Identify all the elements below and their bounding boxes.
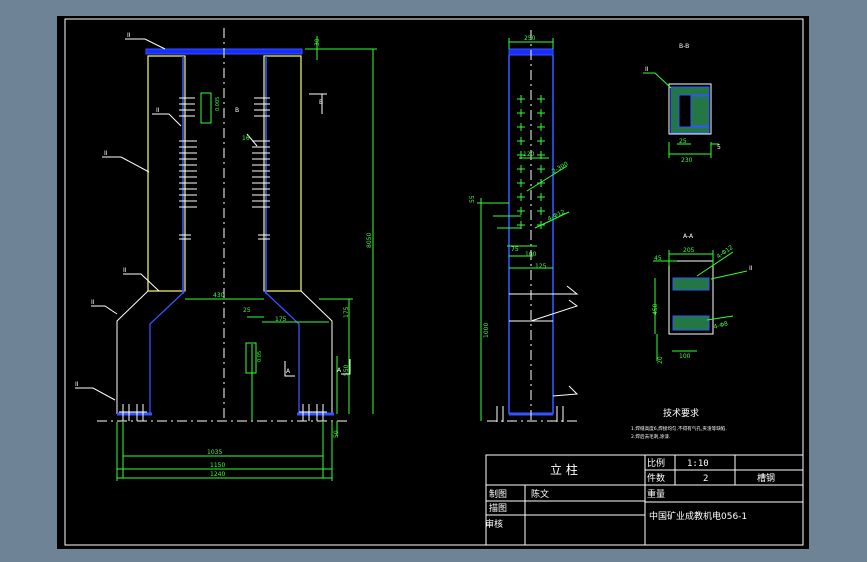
- dim-50: 50: [333, 430, 340, 438]
- quantity-value: 2: [703, 474, 708, 484]
- label-ii-5: II: [91, 299, 95, 306]
- tech-line-1: 1.焊缝高度6,焊接均匀,不得有气孔,夹渣等缺陷.: [631, 425, 727, 432]
- quantity-label: 件数: [647, 472, 665, 484]
- checked-label-text: 审核: [485, 518, 503, 530]
- section-arrows: [284, 93, 351, 377]
- section-a-flange-bottom: [672, 315, 710, 331]
- left-hole-ladder: [179, 97, 197, 240]
- weld-symbols: [509, 285, 579, 397]
- left-taper: [116, 290, 149, 414]
- material: 槽钢: [757, 472, 775, 484]
- label-ii-a: II: [749, 265, 753, 272]
- section-a-flange-top: [672, 277, 710, 291]
- tech-line-2: 2.焊后去毛刺,涂漆.: [631, 433, 670, 440]
- dim-1035: 1035: [207, 449, 222, 456]
- traced-label: 描图: [489, 502, 507, 514]
- label-a-2: A: [337, 367, 342, 374]
- dim-20: 20: [657, 356, 664, 364]
- dim-75: 75: [511, 246, 519, 253]
- section-b-b: B-B 230 25 5 II: [643, 43, 721, 164]
- dim-450: 450: [652, 303, 659, 315]
- left-taper-inner: [149, 290, 186, 414]
- dim-25: 25: [243, 307, 251, 314]
- cad-viewport[interactable]: II II II II II II B B A A 30 8050 430 25…: [0, 0, 867, 562]
- dim-1150: 1150: [210, 462, 225, 469]
- label-ii-3: II: [104, 150, 108, 157]
- front-view: II II II II II II B B A A 30 8050 430 25…: [75, 28, 377, 481]
- right-taper-inner: [263, 290, 300, 414]
- dim-250: 250: [524, 35, 536, 42]
- dim-5: 5: [717, 144, 721, 151]
- right-column-outline: [263, 55, 302, 292]
- section-b-title: B-B: [679, 43, 689, 50]
- dim-4-8: 4-Φ8: [713, 320, 729, 331]
- dim-25-b: 25: [679, 138, 687, 145]
- dim-4-12: 4-Φ12: [547, 208, 567, 222]
- dim-16: 16: [242, 135, 250, 142]
- part-name: 立 柱: [550, 462, 578, 477]
- label-a-1: A: [286, 368, 291, 375]
- label-ii-6: II: [75, 381, 79, 388]
- leader-lines: [75, 38, 258, 401]
- dim-175-h: 175: [275, 316, 287, 323]
- section-b-profile-2: [690, 95, 710, 127]
- dim-120: 120: [523, 151, 535, 158]
- dim-205: 205: [683, 247, 695, 254]
- dim-550: 550: [343, 364, 350, 376]
- dim-55: 55: [469, 195, 476, 203]
- dim-430: 430: [213, 292, 225, 299]
- tolerance-005: 0.05: [257, 351, 263, 362]
- dim-8050: 8050: [366, 233, 373, 248]
- tech-title: 技术要求: [663, 407, 699, 419]
- scale-label: 比例: [647, 457, 665, 469]
- label-ii-2: II: [156, 107, 160, 114]
- dim-100: 100: [525, 251, 537, 258]
- dim-1240: 1240: [210, 471, 225, 478]
- scale-value: 1:10: [687, 459, 709, 469]
- dim-1000: 1000: [483, 323, 490, 338]
- tolerance-frame-1: [200, 92, 212, 124]
- dim-230: 230: [681, 157, 693, 164]
- tolerance-frame-2: [245, 342, 257, 374]
- dim-30: 30: [314, 38, 321, 46]
- label-ii-4: II: [123, 267, 127, 274]
- drawn-label: 制图: [489, 488, 507, 500]
- weight-label: 重量: [647, 488, 665, 500]
- right-hole-ladder: [252, 97, 270, 240]
- dim-175-v: 175: [343, 306, 350, 318]
- tolerance-0005: 0.005: [215, 97, 221, 111]
- side-view: 250 120 75 100 125 1000 55 2-300 4-Φ12: [469, 30, 579, 424]
- right-taper: [300, 290, 333, 414]
- label-ii-b: II: [645, 66, 649, 73]
- dim-4-012: 4-Φ12: [716, 244, 735, 260]
- front-dimension-lines: [116, 36, 377, 481]
- side-dimension-lines: [477, 38, 570, 421]
- left-column-outline: [147, 55, 186, 292]
- drawn-by: 陈文: [531, 488, 549, 500]
- label-b-1: B: [235, 107, 239, 114]
- dim-45: 45: [654, 255, 662, 262]
- technical-requirements: 技术要求 1.焊缝高度6,焊接均匀,不得有气孔,夹渣等缺陷. 2.焊后去毛刺,涂…: [631, 407, 727, 440]
- checked-label: 审核: [485, 518, 503, 530]
- section-a-a: A-A 205 45 450 4-Φ12 4-Φ8 20 100 II: [652, 233, 753, 364]
- dim-125: 125: [535, 263, 547, 270]
- drawing-sheet: II II II II II II B B A A 30 8050 430 25…: [57, 16, 809, 549]
- dim-100-a: 100: [679, 353, 691, 360]
- title-block: 立 柱 比例 1:10 件数 2 槽钢 重量 制图 陈文 描图 审核 中国矿业成…: [485, 454, 804, 546]
- label-ii-1: II: [127, 32, 131, 39]
- label-b-2: B: [319, 99, 323, 106]
- drawing-canvas: II II II II II II B B A A 30 8050 430 25…: [64, 18, 804, 546]
- section-a-title: A-A: [683, 233, 694, 240]
- drawing-number: 中国矿业成教机电056-1: [649, 510, 747, 522]
